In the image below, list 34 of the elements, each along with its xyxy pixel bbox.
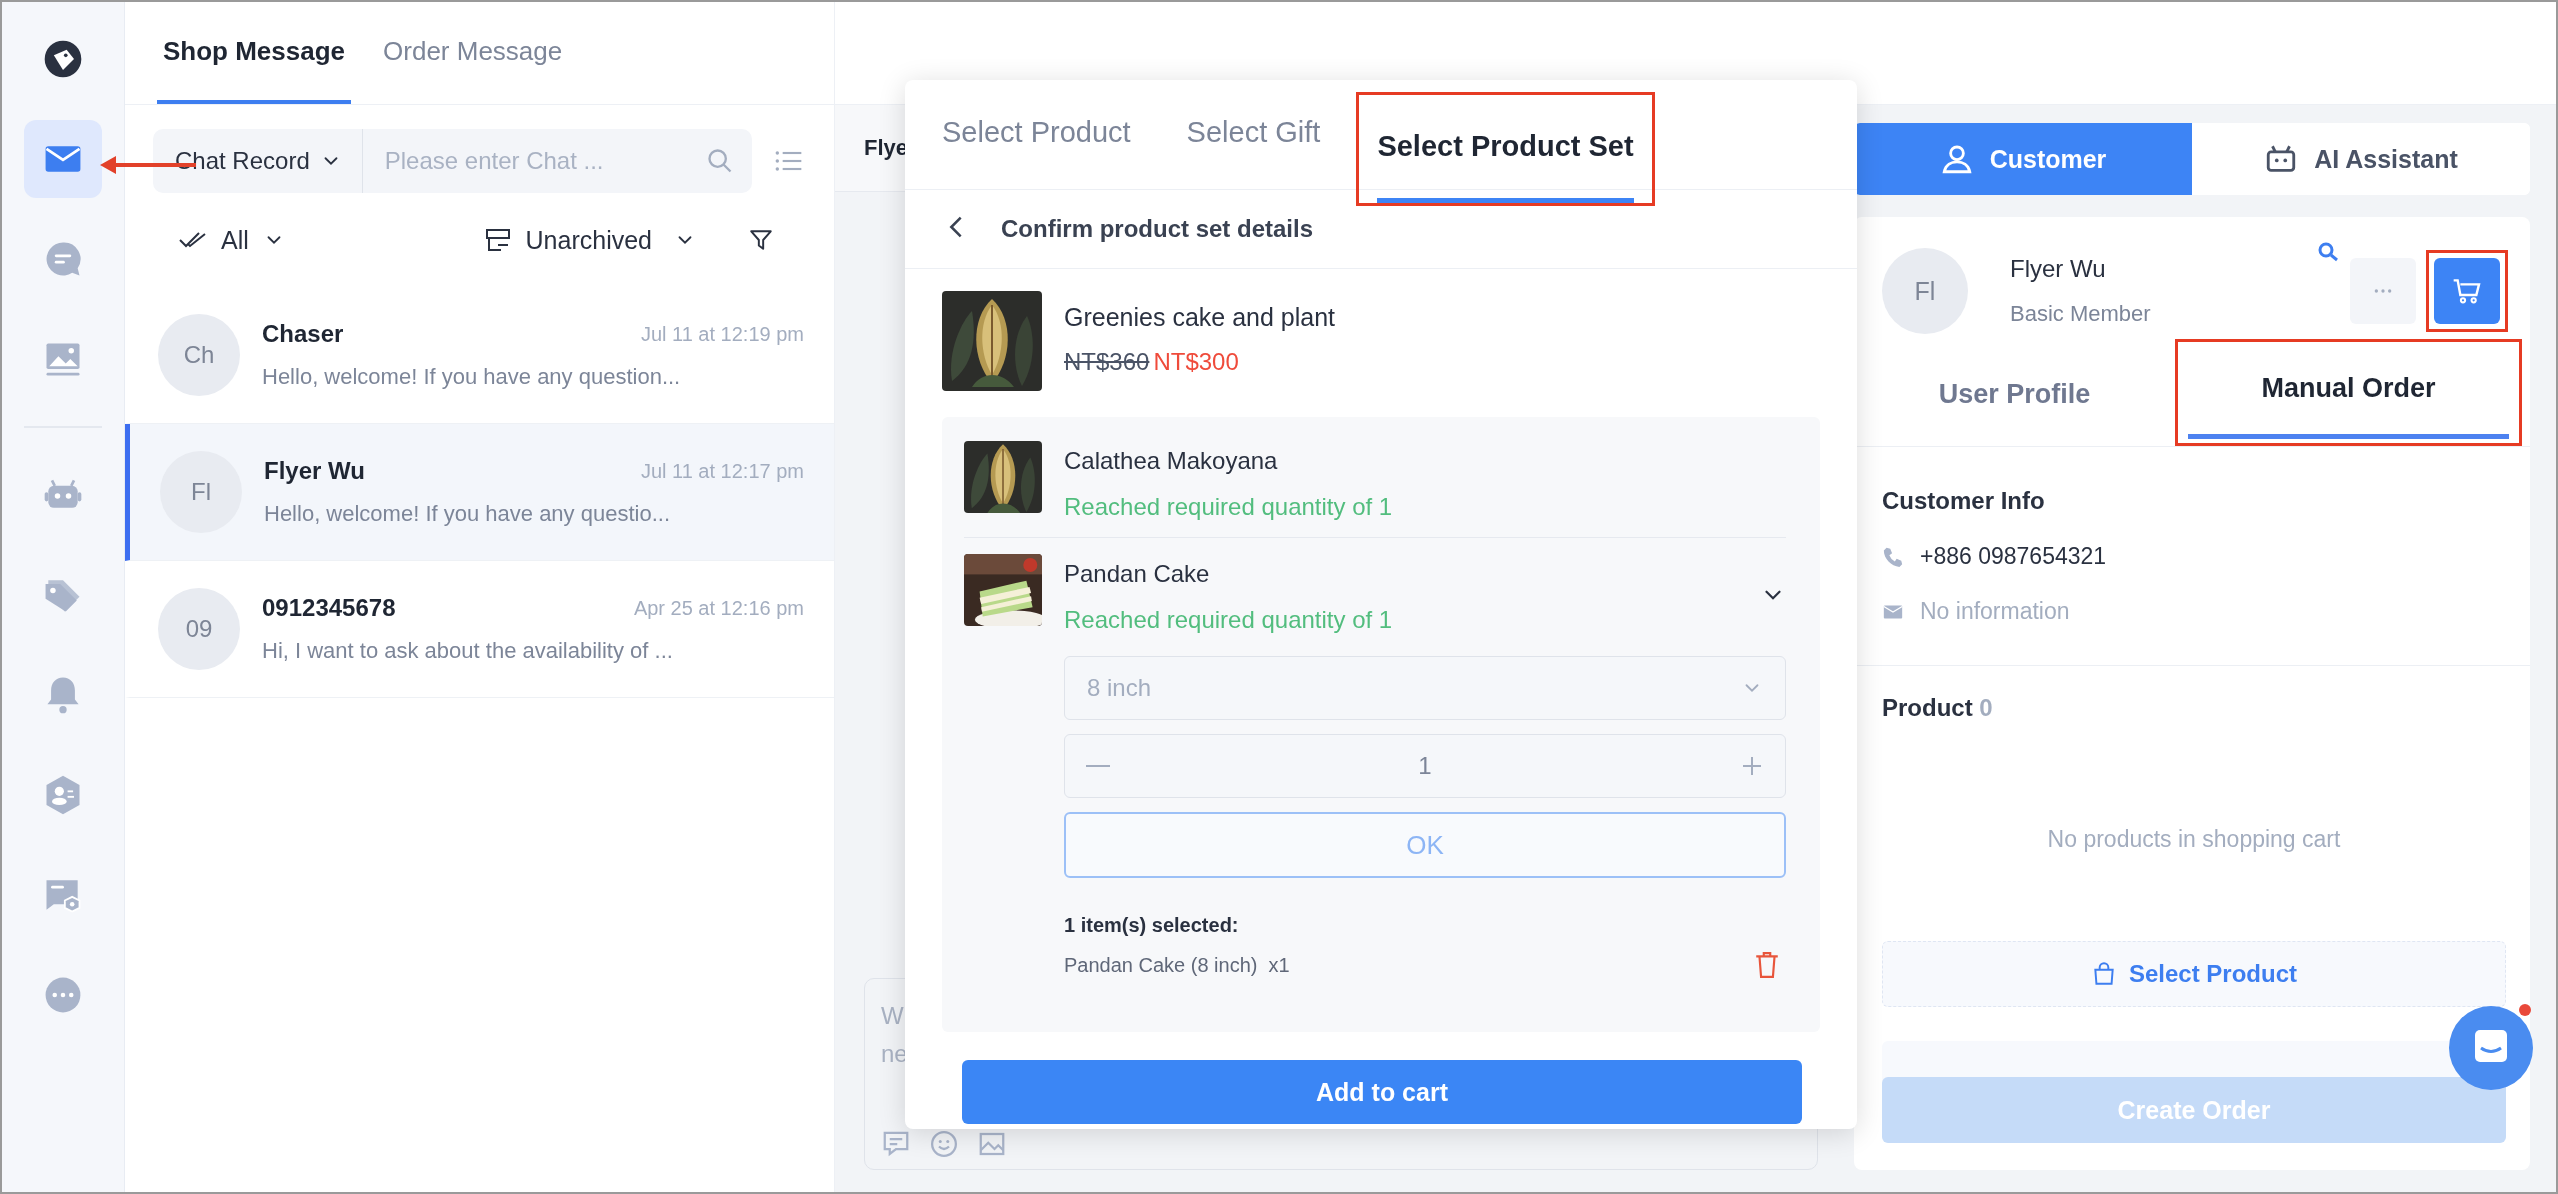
item-name: Pandan Cake <box>1064 559 1211 588</box>
message-time: Apr 25 at 12:16 pm <box>633 596 804 620</box>
contact-name: 0912345678 <box>262 594 396 622</box>
item-status: Reached required quantity of 1 <box>1064 606 1393 634</box>
selection-summary-title: 1 item(s) selected: <box>1064 914 1240 937</box>
message-preview: Hello, welcome! If you have any question... <box>262 364 682 390</box>
section-title: Customer Info <box>1882 487 2046 515</box>
email-value: No information <box>1920 598 2070 625</box>
input-placeholder: ne <box>881 1039 909 1069</box>
section-title: Product 0 <box>1882 694 1994 722</box>
message-preview: Hi, I want to ask about the availability of ... <box>262 638 674 664</box>
avatar: Ch <box>158 314 240 396</box>
message-preview: Hello, welcome! If you have any questio... <box>264 501 671 527</box>
empty-message: No products in shopping cart <box>2046 825 2342 854</box>
original-price: NT$360 <box>1064 348 1150 376</box>
message-time: Jul 11 at 12:19 pm <box>640 322 804 346</box>
input-placeholder: W <box>881 1001 905 1031</box>
sale-price: NT$300 <box>1153 348 1239 376</box>
avatar: Fl <box>1882 248 1968 334</box>
product-set-name: Greenies cake and plant <box>1064 303 1335 332</box>
contact-name: Chaser <box>262 320 344 348</box>
item-name: Calathea Makoyana <box>1064 446 1279 475</box>
item-status: Reached required quantity of 1 <box>1064 493 1393 521</box>
section-title: Confirm product set details <box>1001 215 1314 243</box>
customer-name: Flyer Wu <box>2010 255 2107 283</box>
phone-number: +886 0987654321 <box>1920 543 2107 570</box>
message-time: Jul 11 at 12:17 pm <box>640 459 804 483</box>
membership-label: Basic Member <box>2010 301 2152 327</box>
selected-item: Pandan Cake (8 inch) x1 <box>1064 953 1290 977</box>
avatar: Fl <box>160 451 242 533</box>
quantity-value: 1 <box>1417 752 1433 780</box>
contact-name: Flyer Wu <box>264 457 365 485</box>
chat-title: Flye <box>864 135 909 161</box>
avatar: 09 <box>158 588 240 670</box>
